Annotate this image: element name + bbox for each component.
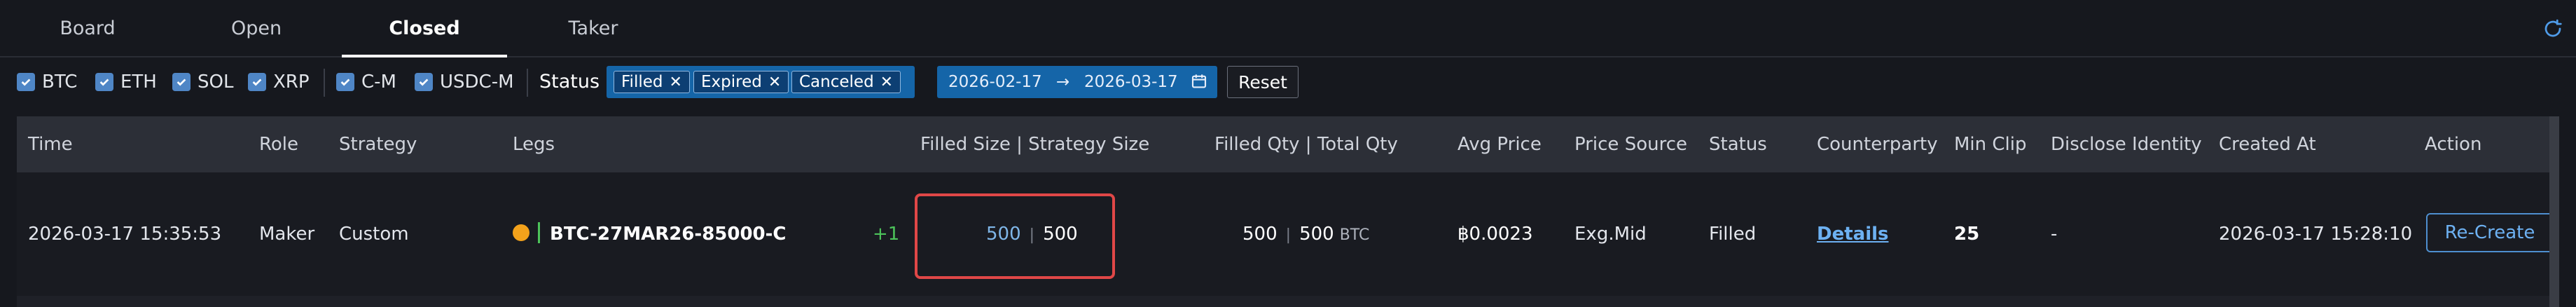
filled-qty-value: 500 [1242, 224, 1277, 245]
filter-btc-label: BTC [42, 71, 78, 93]
status-chip-canceled[interactable]: Canceled ✕ [791, 71, 901, 93]
tab-board[interactable]: Board [21, 0, 154, 56]
cell-legs: BTC-27MAR26-85000-C [513, 172, 787, 296]
col-disclose-identity: Disclose Identity [2051, 134, 2202, 155]
tab-bar: Board Open Closed Taker [0, 0, 2576, 57]
cell-role: Maker [259, 224, 315, 245]
cell-leg-count[interactable]: +1 [873, 172, 899, 296]
tab-taker[interactable]: Taker [520, 0, 667, 56]
checkbox-checked-icon [172, 73, 191, 91]
tab-closed[interactable]: Closed [342, 0, 507, 57]
col-counterparty: Counterparty [1817, 134, 1938, 155]
date-range-picker[interactable]: 2026-02-17 → 2026-03-17 [937, 66, 1217, 98]
col-action: Action [2425, 134, 2482, 155]
col-avg-price: Avg Price [1457, 134, 1542, 155]
call-indicator-icon [538, 221, 540, 243]
date-to[interactable]: 2026-03-17 [1084, 73, 1178, 91]
close-icon[interactable]: ✕ [768, 74, 781, 91]
col-strategy: Strategy [339, 134, 417, 155]
counterparty-details-link[interactable]: Details [1817, 224, 1889, 245]
filter-cm-label: C-M [361, 71, 396, 93]
status-chip-filled[interactable]: Filled ✕ [614, 71, 690, 93]
cell-time: 2026-03-17 15:35:53 [28, 224, 222, 245]
qty-unit: BTC [1339, 226, 1370, 244]
date-arrow-icon: → [1056, 73, 1070, 91]
close-icon[interactable]: ✕ [669, 74, 681, 91]
filter-xrp-checkbox[interactable]: XRP [248, 71, 310, 93]
checkbox-checked-icon [415, 73, 433, 91]
cell-price-source: Exg.Mid [1574, 224, 1647, 245]
re-create-button[interactable]: Re-Create [2426, 213, 2554, 252]
filter-divider [324, 69, 325, 97]
cell-avg-price: ฿0.0023 [1457, 224, 1533, 245]
separator: | [1285, 226, 1292, 244]
filter-sol-checkbox[interactable]: SOL [172, 71, 233, 93]
col-filled-qty: Filled Qty | Total Qty [1214, 134, 1398, 155]
status-filter-label: Status [539, 71, 600, 93]
close-icon[interactable]: ✕ [880, 74, 893, 91]
checkbox-checked-icon [95, 73, 113, 91]
status-multiselect[interactable]: Filled ✕ Expired ✕ Canceled ✕ [607, 66, 915, 98]
cell-created-at: 2026-03-17 15:28:10 [2219, 224, 2413, 245]
vertical-scrollbar[interactable] [2549, 116, 2559, 307]
filter-divider [527, 69, 528, 97]
col-filled-size: Filled Size | Strategy Size [920, 134, 1150, 155]
checkbox-checked-icon [17, 73, 35, 91]
cell-strategy: Custom [339, 224, 409, 245]
status-chip-label: Expired [701, 73, 762, 91]
table-header: Time Role Strategy Legs Filled Size | St… [17, 116, 2559, 172]
cell-min-clip: 25 [1954, 224, 1980, 245]
cell-filled-qty: 500 | 500 BTC [1242, 172, 1369, 296]
cell-disclose-identity: - [2051, 224, 2058, 245]
filter-usdcm-checkbox[interactable]: USDC-M [415, 71, 514, 93]
col-price-source: Price Source [1574, 134, 1687, 155]
filter-eth-checkbox[interactable]: ETH [95, 71, 157, 93]
filter-bar: BTC ETH SOL XRP C-M USDC-M Status Filled… [0, 62, 2576, 102]
filter-usdcm-label: USDC-M [440, 71, 514, 93]
reset-button[interactable]: Reset [1227, 66, 1299, 98]
col-min-clip: Min Clip [1954, 134, 2027, 155]
col-role: Role [259, 134, 299, 155]
status-chip-expired[interactable]: Expired ✕ [693, 71, 789, 93]
cell-status: Filled [1709, 224, 1757, 245]
cell-counterparty: Details [1817, 172, 1889, 296]
btc-coin-icon [513, 224, 529, 241]
col-time: Time [28, 134, 73, 155]
filter-xrp-label: XRP [273, 71, 310, 93]
status-chip-label: Filled [621, 73, 663, 91]
checkbox-checked-icon [248, 73, 266, 91]
filter-btc-checkbox[interactable]: BTC [17, 71, 77, 93]
total-qty-value: 500 [1299, 224, 1334, 245]
filter-sol-label: SOL [198, 71, 234, 93]
date-from[interactable]: 2026-02-17 [948, 73, 1042, 91]
checkbox-checked-icon [336, 73, 354, 91]
col-created-at: Created At [2219, 134, 2316, 155]
tab-open[interactable]: Open [183, 0, 329, 56]
refresh-icon[interactable] [2542, 18, 2563, 39]
table-row[interactable]: 2026-03-17 15:35:53 Maker Custom BTC-27M… [17, 172, 2559, 296]
filter-cm-checkbox[interactable]: C-M [336, 71, 396, 93]
filter-eth-label: ETH [120, 71, 157, 93]
col-status: Status [1709, 134, 1767, 155]
col-legs: Legs [513, 134, 555, 155]
calendar-icon[interactable] [1191, 73, 1207, 94]
leg-instrument[interactable]: BTC-27MAR26-85000-C [550, 224, 787, 245]
orders-table: Time Role Strategy Legs Filled Size | St… [17, 116, 2559, 307]
status-chip-label: Canceled [799, 73, 874, 91]
highlight-box [915, 193, 1115, 279]
